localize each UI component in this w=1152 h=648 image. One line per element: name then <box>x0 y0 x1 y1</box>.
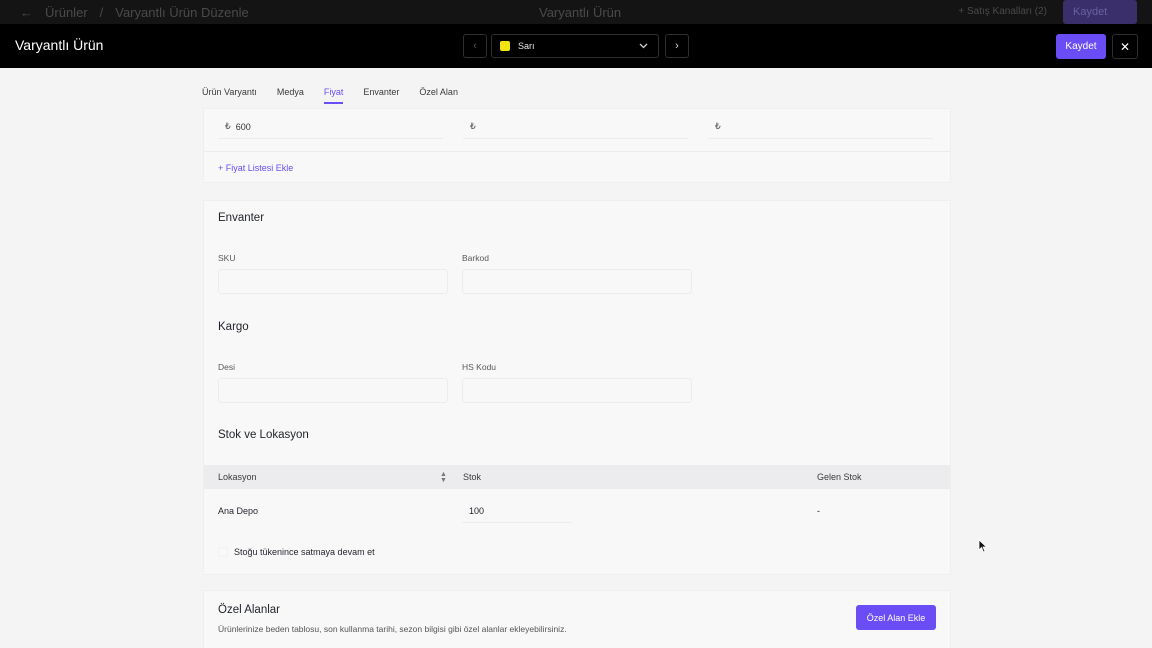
column-incoming-stock: Gelen Stok <box>817 472 862 482</box>
continue-selling-label: Stoğu tükenince satmaya devam et <box>234 547 375 557</box>
background-sales-channels: + Satış Kanalları (2) <box>958 6 1047 17</box>
background-title: Varyantlı Ürün <box>539 5 622 20</box>
price-value: 600 <box>235 121 251 132</box>
hs-code-label: HS Kodu <box>462 362 497 372</box>
hs-code-input[interactable] <box>462 378 692 403</box>
prev-variant-button[interactable]: ‹ <box>463 34 487 58</box>
breadcrumb-current: Varyantlı Ürün Düzenle <box>115 5 249 20</box>
close-icon: ✕ <box>1119 39 1131 54</box>
variant-select[interactable]: Sarı <box>491 34 659 58</box>
add-custom-field-button[interactable]: Özel Alan Ekle <box>856 605 936 630</box>
sort-icon[interactable]: ▲ ▼ <box>440 471 447 484</box>
chevron-down-icon <box>639 41 648 52</box>
tab-inventory[interactable]: Envanter <box>363 87 399 104</box>
tab-bar: Ürün Varyantı Medya Fiyat Envanter Özel … <box>202 87 478 104</box>
column-location[interactable]: Lokasyon <box>218 472 257 482</box>
next-variant-button[interactable]: › <box>665 34 689 58</box>
stock-input[interactable]: 100 <box>462 499 572 523</box>
tab-price[interactable]: Fiyat <box>323 87 344 104</box>
desi-input[interactable] <box>218 378 448 403</box>
sku-input[interactable] <box>218 269 448 294</box>
breadcrumb-separator: / <box>99 5 104 20</box>
column-stock: Stok <box>463 472 482 482</box>
background-breadcrumb: ← Ürünler / Varyantlı Ürün Düzenle <box>20 5 249 20</box>
price-card: ₺ 600 ₺ ₺ + Fiyat Listesi Ekle <box>203 108 951 183</box>
close-button[interactable]: ✕ <box>1112 34 1138 59</box>
cargo-title: Kargo <box>218 321 249 333</box>
inventory-card: Envanter SKU Barkod Kargo Desi HS Kodu S… <box>203 200 951 575</box>
lira-icon: ₺ <box>470 121 476 131</box>
chevron-right-icon: › <box>675 40 679 52</box>
barcode-input[interactable] <box>462 269 692 294</box>
tab-custom-field[interactable]: Özel Alan <box>419 87 458 104</box>
price-fields: ₺ 600 ₺ ₺ <box>218 115 933 139</box>
desi-label: Desi <box>218 362 236 372</box>
add-price-list-link[interactable]: + Fiyat Listesi Ekle <box>218 163 293 173</box>
inventory-title: Envanter <box>218 212 265 224</box>
modal-title: Varyantlı Ürün <box>15 37 104 53</box>
tab-product-variant[interactable]: Ürün Varyantı <box>202 87 257 104</box>
mouse-cursor-icon <box>978 539 988 553</box>
stock-title: Stok ve Lokasyon <box>218 429 309 441</box>
stock-table-header: Lokasyon ▲ ▼ Stok Gelen Stok <box>204 465 950 489</box>
incoming-stock-cell: - <box>817 506 820 516</box>
chevron-left-icon: ‹ <box>473 40 477 52</box>
custom-fields-title: Özel Alanlar <box>218 604 281 616</box>
modal-content: Ürün Varyantı Medya Fiyat Envanter Özel … <box>0 68 1152 648</box>
custom-fields-description: Ürünlerinize beden tablosu, son kullanma… <box>218 624 567 634</box>
back-arrow-icon: ← <box>20 5 33 20</box>
color-swatch <box>500 41 510 51</box>
lira-icon: ₺ <box>715 121 721 131</box>
table-row: Ana Depo 100 - <box>204 489 950 533</box>
barcode-label: Barkod <box>462 253 489 263</box>
continue-selling-option[interactable]: Stoğu tükenince satmaya devam et <box>218 547 375 557</box>
variant-label: Sarı <box>518 41 535 51</box>
price-input-2[interactable]: ₺ <box>463 115 688 139</box>
continue-selling-checkbox[interactable] <box>218 547 228 557</box>
lira-icon: ₺ <box>225 121 231 131</box>
save-button[interactable]: Kaydet <box>1056 34 1106 59</box>
background-topbar: ← Ürünler / Varyantlı Ürün Düzenle Varya… <box>0 0 1152 24</box>
divider <box>204 151 950 152</box>
background-save-button: Kaydet <box>1063 0 1137 24</box>
custom-fields-card: Özel Alanlar Ürünlerinize beden tablosu,… <box>203 590 951 648</box>
price-input-1[interactable]: ₺ 600 <box>218 115 443 139</box>
price-input-3[interactable]: ₺ <box>708 115 933 139</box>
breadcrumb-root: Ürünler <box>45 5 88 20</box>
modal-header: Varyantlı Ürün ‹ Sarı › Kaydet ✕ <box>0 24 1152 68</box>
tab-media[interactable]: Medya <box>277 87 304 104</box>
sku-label: SKU <box>218 253 236 263</box>
location-cell: Ana Depo <box>218 506 259 516</box>
